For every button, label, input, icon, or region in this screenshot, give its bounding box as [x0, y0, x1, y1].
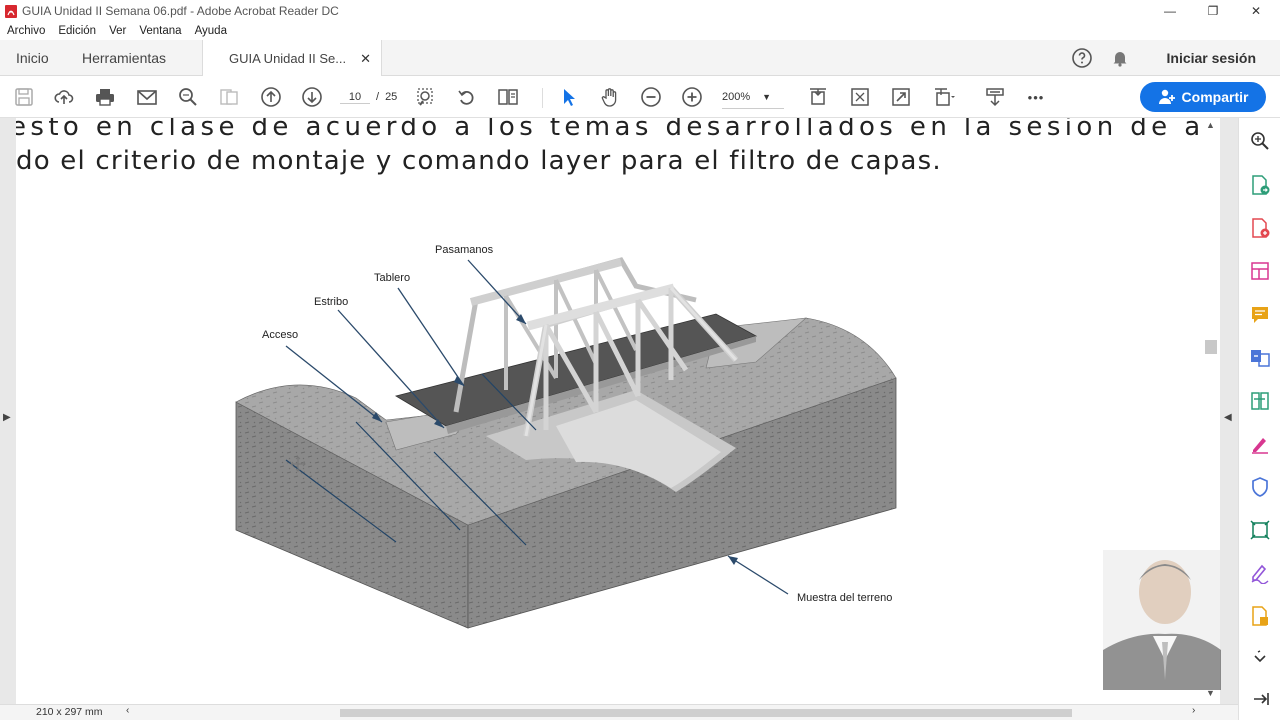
horizontal-scrollbar-thumb[interactable] — [340, 709, 1072, 717]
bell-icon[interactable] — [1108, 46, 1132, 70]
menu-edicion[interactable]: Edición — [58, 25, 96, 37]
pdf-page: esto en clase de acuerdo a los temas des… — [16, 118, 1204, 704]
scroll-right-icon[interactable]: › — [1192, 705, 1195, 716]
read-mode-icon[interactable] — [932, 85, 956, 109]
toolbar-divider — [542, 88, 543, 108]
menu-ayuda[interactable]: Ayuda — [195, 25, 227, 37]
fit-width-icon[interactable] — [848, 85, 872, 109]
save-icon[interactable] — [12, 85, 36, 109]
scrollbar-thumb[interactable] — [1205, 340, 1217, 354]
request-signature-icon[interactable] — [1249, 562, 1271, 585]
help-icon[interactable] — [1070, 46, 1094, 70]
page-total: 25 — [385, 91, 398, 103]
menu-archivo[interactable]: Archivo — [7, 25, 45, 37]
zoom-value: 200% — [722, 90, 751, 103]
scroll-left-icon[interactable]: ‹ — [126, 705, 129, 716]
zoom-out-icon[interactable] — [639, 85, 663, 109]
organize-pages-icon[interactable] — [1249, 390, 1271, 412]
page-number-input[interactable]: 10 — [340, 91, 370, 104]
more-tools-icon[interactable]: ••• — [1024, 85, 1048, 109]
tab-document[interactable]: GUIA Unidad II Se... ✕ — [202, 40, 382, 77]
page-navigator: 10 / 25 — [340, 85, 397, 109]
edit-pdf-icon[interactable] — [1249, 260, 1271, 282]
window-title: GUIA Unidad II Semana 06.pdf - Adobe Acr… — [22, 4, 339, 18]
label-acceso: Acceso — [262, 329, 299, 341]
comment-icon[interactable] — [1249, 304, 1271, 326]
collapse-pane-icon[interactable] — [1249, 688, 1271, 710]
label-leader-lines — [285, 259, 789, 595]
fill-sign-icon[interactable] — [1249, 433, 1271, 455]
move-cursor-icon — [290, 456, 306, 472]
scroll-mode-icon[interactable] — [983, 85, 1007, 109]
page-separator: / — [376, 91, 380, 103]
rotate-icon[interactable] — [455, 85, 479, 109]
tab-document-label: GUIA Unidad II Se... — [229, 51, 347, 66]
close-window-button[interactable]: ✕ — [1236, 0, 1276, 22]
create-pdf-icon[interactable] — [1249, 217, 1271, 239]
right-panel-toggle-icon[interactable]: ◀ — [1224, 412, 1232, 423]
send-files-icon[interactable] — [1249, 605, 1271, 627]
zoom-search-icon[interactable] — [1249, 130, 1271, 152]
more-tools-chevron-icon[interactable] — [1249, 648, 1271, 670]
next-page-icon[interactable] — [300, 85, 324, 109]
upload-cloud-icon[interactable] — [52, 85, 76, 109]
previous-page-icon[interactable] — [259, 85, 283, 109]
share-button[interactable]: Compartir — [1140, 82, 1266, 112]
chevron-down-icon: ▼ — [762, 91, 772, 102]
marquee-zoom-icon[interactable] — [414, 85, 438, 109]
zoom-in-icon[interactable] — [680, 85, 704, 109]
scroll-up-icon[interactable]: ▲ — [1206, 120, 1215, 130]
label-pasamanos: Pasamanos — [435, 244, 494, 256]
label-muestra-terreno: Muestra del terreno — [797, 592, 893, 604]
optimize-pdf-icon[interactable] — [1249, 519, 1271, 541]
acrobat-icon — [5, 4, 17, 18]
label-tablero: Tablero — [374, 272, 411, 284]
close-tab-icon[interactable]: ✕ — [360, 51, 371, 67]
page-size-readout: 210 x 297 mm — [36, 706, 103, 718]
print-icon[interactable] — [93, 85, 117, 109]
tab-bar: Inicio Herramientas GUIA Unidad II Se...… — [0, 40, 1280, 77]
toolbar: 10 / 25 200% ▼ ••• Compartir — [0, 76, 1280, 118]
compare-icon[interactable] — [217, 85, 241, 109]
document-viewport[interactable]: esto en clase de acuerdo a los temas des… — [0, 118, 1238, 704]
tab-inicio[interactable]: Inicio — [16, 40, 49, 76]
signin-link[interactable]: Iniciar sesión — [1167, 40, 1256, 76]
presenter-webcam — [1103, 550, 1221, 690]
full-screen-icon[interactable] — [889, 85, 913, 109]
status-bar: 210 x 297 mm ‹ › — [0, 704, 1238, 720]
zoom-select[interactable]: 200% ▼ — [722, 85, 784, 109]
title-bar: GUIA Unidad II Semana 06.pdf - Adobe Acr… — [0, 0, 1280, 22]
email-icon[interactable] — [135, 85, 159, 109]
left-panel-toggle-icon[interactable]: ▶ — [3, 412, 11, 423]
hand-tool-icon[interactable] — [598, 85, 622, 109]
tools-pane — [1238, 118, 1280, 720]
export-pdf-icon[interactable] — [1249, 174, 1271, 196]
tab-herramientas[interactable]: Herramientas — [82, 40, 166, 76]
restore-button[interactable]: ❐ — [1193, 0, 1233, 22]
share-label: Compartir — [1181, 89, 1249, 105]
menu-ventana[interactable]: Ventana — [139, 25, 181, 37]
page-view-icon[interactable] — [496, 85, 520, 109]
select-cursor-icon[interactable] — [557, 85, 581, 109]
label-estribo: Estribo — [314, 296, 349, 308]
search-icon[interactable] — [176, 85, 200, 109]
combine-files-icon[interactable] — [1249, 346, 1271, 368]
fit-page-icon[interactable] — [806, 85, 830, 109]
add-user-icon — [1158, 89, 1175, 104]
minimize-button[interactable]: — — [1150, 0, 1190, 22]
menu-ver[interactable]: Ver — [109, 25, 126, 37]
menu-bar: Archivo Edición Ver Ventana Ayuda — [0, 22, 1280, 40]
protect-shield-icon[interactable] — [1249, 476, 1271, 498]
